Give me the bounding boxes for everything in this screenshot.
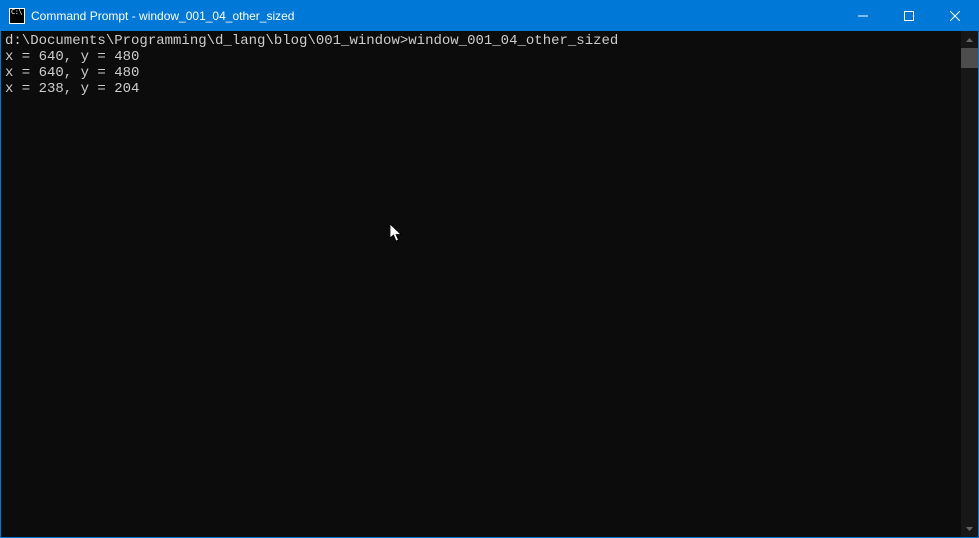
- output-line: x = 640, y = 480: [5, 49, 139, 65]
- scrollbar-thumb[interactable]: [961, 48, 978, 68]
- cmd-icon: [9, 8, 25, 24]
- close-button[interactable]: [932, 1, 978, 31]
- output-line: x = 640, y = 480: [5, 65, 139, 81]
- chevron-down-icon: [966, 527, 973, 531]
- chevron-up-icon: [966, 38, 973, 42]
- terminal-output[interactable]: d:\Documents\Programming\d_lang\blog\001…: [1, 31, 961, 537]
- client-area: d:\Documents\Programming\d_lang\blog\001…: [1, 31, 978, 537]
- window-controls: [840, 1, 978, 31]
- maximize-icon: [904, 11, 914, 21]
- titlebar[interactable]: Command Prompt - window_001_04_other_siz…: [1, 1, 978, 31]
- command-prompt-window: Command Prompt - window_001_04_other_siz…: [0, 0, 979, 538]
- vertical-scrollbar[interactable]: [961, 31, 978, 537]
- output-line: x = 238, y = 204: [5, 81, 139, 97]
- command-text: window_001_04_other_sized: [408, 33, 618, 49]
- prompt-path: d:\Documents\Programming\d_lang\blog\001…: [5, 33, 408, 49]
- maximize-button[interactable]: [886, 1, 932, 31]
- scroll-up-button[interactable]: [961, 31, 978, 48]
- scroll-down-button[interactable]: [961, 520, 978, 537]
- scrollbar-track[interactable]: [961, 48, 978, 520]
- minimize-icon: [858, 11, 868, 21]
- window-title: Command Prompt - window_001_04_other_siz…: [31, 9, 840, 23]
- close-icon: [950, 11, 960, 21]
- minimize-button[interactable]: [840, 1, 886, 31]
